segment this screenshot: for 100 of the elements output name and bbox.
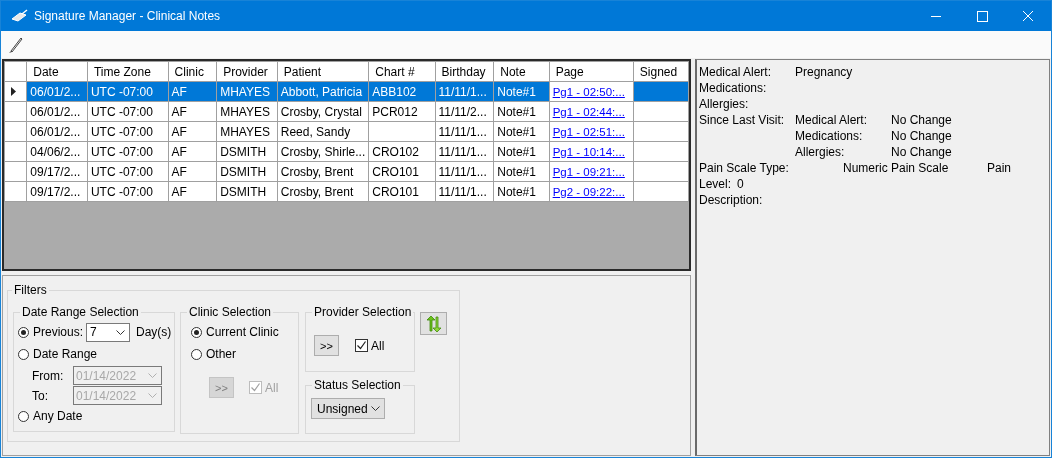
table-cell: DSMITH xyxy=(216,161,278,182)
radio-button[interactable]: Any Date xyxy=(18,405,174,427)
caret-icon xyxy=(116,329,126,335)
column-header: Clinic xyxy=(168,61,217,82)
detail-label: Description: xyxy=(699,193,764,207)
column-header: Birthday xyxy=(435,61,494,82)
table-cell: 09/17/2... xyxy=(26,161,88,182)
group-title: Filters xyxy=(12,283,49,297)
table-cell: AF xyxy=(168,181,217,202)
table-cell: 06/01/2... xyxy=(26,101,88,122)
table-cell: 04/06/2... xyxy=(26,141,88,162)
table-row[interactable]: 06/01/2... UTC -07:00 AF MHAYES Abbott, Patricia ABB102 11/11/1... Note#1 Pg1 - 02:50:... xyxy=(4,81,689,102)
table-cell: UTC -07:00 xyxy=(87,121,169,142)
table-cell: MHAYES xyxy=(216,101,278,122)
detail-label: Allergies: xyxy=(699,97,750,111)
table-cell: CRO102 xyxy=(368,141,436,162)
table-cell: UTC -07:00 xyxy=(87,141,169,162)
column-header: Note xyxy=(493,61,550,82)
group-title: Status Selection xyxy=(312,378,403,392)
group-title: Clinic Selection xyxy=(187,305,274,319)
table-cell: PCR012 xyxy=(368,101,436,122)
detail-value: No Change xyxy=(891,145,953,159)
table-cell: Note#1 xyxy=(493,101,550,122)
table-cell: 11/11/1... xyxy=(435,181,494,202)
table-row[interactable]: 06/01/2... UTC -07:00 AF MHAYES Crosby, Crystal PCR012 11/11/2... Note#1 Pg1 - 02:44:... xyxy=(4,101,689,122)
column-header: Signed xyxy=(633,61,689,82)
table-cell: Crosby, Brent xyxy=(277,181,369,202)
column-header: Chart # xyxy=(368,61,436,82)
table-cell: 11/11/1... xyxy=(435,161,494,182)
status-dropdown[interactable]: Unsigned xyxy=(311,398,385,419)
table-cell: 06/01/2... xyxy=(26,121,88,142)
table-row[interactable]: 06/01/2... UTC -07:00 AF MHAYES Reed, Sandy 11/11/1... Note#1 Pg1 - 02:51:... xyxy=(4,121,689,142)
column-header: Date xyxy=(26,61,88,82)
radio-circle[interactable] xyxy=(18,410,29,422)
field-label: From: xyxy=(32,368,65,383)
column-header: Provider xyxy=(216,61,278,82)
checkbox[interactable]: All xyxy=(355,338,385,353)
table-cell: UTC -07:00 xyxy=(87,101,169,122)
field-label: To: xyxy=(32,388,49,403)
table-cell: CRO101 xyxy=(368,181,436,202)
table-cell: 11/11/2... xyxy=(435,101,494,122)
table-cell: AF xyxy=(168,121,217,142)
detail-label: Medications: xyxy=(795,129,864,143)
current-row-icon xyxy=(11,87,16,96)
caret-icon xyxy=(148,373,157,378)
table-cell: CRO101 xyxy=(368,161,436,182)
radio-button[interactable]: Previous: xyxy=(18,321,84,343)
table-row[interactable]: 09/17/2... UTC -07:00 AF DSMITH Crosby, Brent CRO101 11/11/1... Note#1 Pg1 - 09:21:... xyxy=(4,161,689,182)
table-row[interactable]: 09/17/2... UTC -07:00 AF DSMITH Crosby, Brent CRO101 11/11/1... Note#1 Pg2 - 09:22:... xyxy=(4,181,689,202)
table-cell: Crosby, Shirle... xyxy=(277,141,369,162)
check-icon xyxy=(250,382,261,393)
detail-label: Pain Scale Type: xyxy=(699,161,790,175)
refresh-icon xyxy=(424,314,443,333)
column-header: Time Zone xyxy=(87,61,169,82)
table-cell: UTC -07:00 xyxy=(87,181,169,202)
detail-label: Since Last Visit: xyxy=(699,113,786,127)
pen-icon[interactable] xyxy=(8,35,24,54)
table-cell: MHAYES xyxy=(216,121,278,142)
column-header: Patient xyxy=(277,61,369,82)
detail-value: Pregnancy xyxy=(795,65,854,79)
group-title: Provider Selection xyxy=(312,305,414,319)
table-cell: 09/17/2... xyxy=(26,181,88,202)
table-cell: Crosby, Brent xyxy=(277,161,369,182)
table-cell: 11/11/1... xyxy=(435,141,494,162)
table-cell: Note#1 xyxy=(493,161,550,182)
table-cell: AF xyxy=(168,101,217,122)
radio-circle[interactable] xyxy=(18,326,29,338)
table-cell: Crosby, Crystal xyxy=(277,101,369,122)
detail-value: 0 xyxy=(737,177,745,191)
detail-label: Pain xyxy=(987,161,1013,175)
select-button[interactable]: >> xyxy=(314,335,339,356)
table-cell: AF xyxy=(168,161,217,182)
table-cell: AF xyxy=(168,141,217,162)
detail-label: Allergies: xyxy=(795,145,846,159)
detail-label: Medications: xyxy=(699,81,768,95)
table-cell: Note#1 xyxy=(493,121,550,142)
detail-label: Medical Alert: xyxy=(699,65,773,79)
check-icon xyxy=(356,340,367,351)
detail-value: No Change xyxy=(891,129,953,143)
detail-label: Medical Alert: xyxy=(795,113,869,127)
table-cell: UTC -07:00 xyxy=(87,161,169,182)
detail-value: Numeric Pain Scale xyxy=(843,161,950,175)
pen-icon xyxy=(10,9,28,23)
table-cell: DSMITH xyxy=(216,141,278,162)
window-title: Signature Manager - Clinical Notes xyxy=(34,9,222,23)
table-cell: DSMITH xyxy=(216,181,278,202)
table-cell: 11/11/1... xyxy=(435,121,494,142)
days-dropdown[interactable]: 7 xyxy=(86,322,131,342)
table-cell: Note#1 xyxy=(493,141,550,162)
caret-icon xyxy=(148,393,157,398)
caret-icon xyxy=(371,406,380,411)
unit-label: Day(s) xyxy=(136,325,172,339)
table-cell: Note#1 xyxy=(493,181,550,202)
refresh-button[interactable] xyxy=(420,312,447,335)
group-title: Date Range Selection xyxy=(20,305,141,319)
table-cell: Reed, Sandy xyxy=(277,121,369,142)
table-row[interactable]: 04/06/2... UTC -07:00 AF DSMITH Crosby, Shirle... CRO102 11/11/1... Note#1 Pg1 - 10:14:... xyxy=(4,141,689,162)
detail-label: Level: xyxy=(699,177,733,191)
detail-value: No Change xyxy=(891,113,953,127)
column-header: Page xyxy=(549,61,634,82)
